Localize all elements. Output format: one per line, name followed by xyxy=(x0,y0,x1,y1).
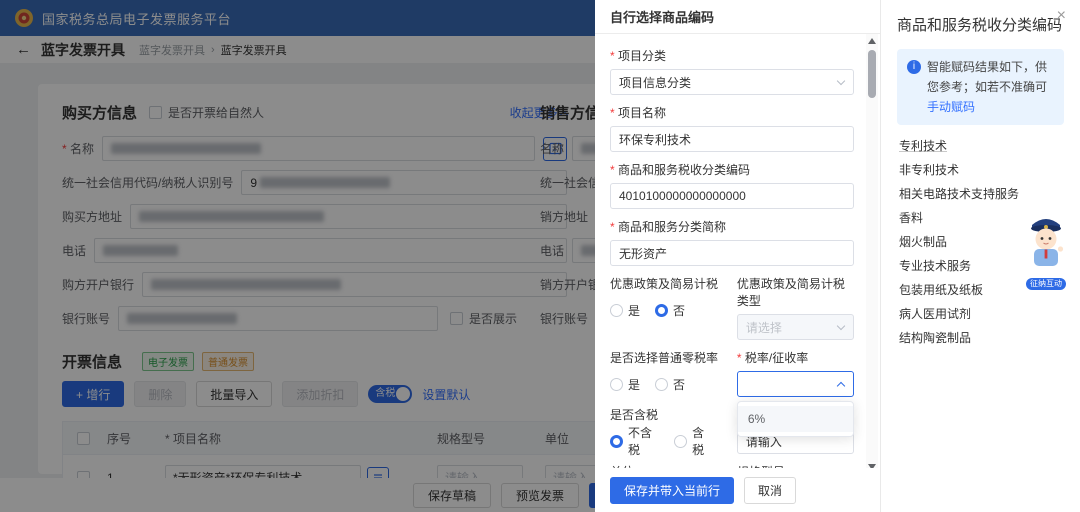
policy-label: 优惠政策及简易计税 xyxy=(610,277,719,291)
tax-rate-select[interactable] xyxy=(736,371,854,397)
policy-type-select[interactable]: 请选择 xyxy=(736,314,854,340)
policy-no-radio[interactable] xyxy=(655,303,669,317)
zero-rate-no-radio[interactable] xyxy=(655,377,669,391)
tax-included-label: 是否含税 xyxy=(610,408,659,422)
modal-title: 自行选择商品编码 xyxy=(595,0,880,34)
product-code-modal: × 自行选择商品编码 项目分类 项目信息分类 项目名称 环保专利技术 商品和服务… xyxy=(595,0,1080,512)
cancel-button[interactable]: 取消 xyxy=(744,476,797,504)
tax-rate-dropdown: 6% xyxy=(736,401,854,437)
category-item[interactable]: 病人医用试剂 xyxy=(897,301,1064,325)
policy-yes-radio[interactable] xyxy=(610,303,623,317)
close-icon[interactable]: × xyxy=(1057,8,1066,24)
chevron-up-icon xyxy=(836,381,846,390)
chevron-down-icon xyxy=(836,76,846,85)
info-icon: i xyxy=(907,60,921,74)
item-name-label: 项目名称 xyxy=(610,104,854,121)
tax-code-field[interactable]: 4010100000000000000 xyxy=(610,183,854,209)
tax-assistant-mascot[interactable]: 征纳互动 xyxy=(1018,212,1074,291)
classification-title: 商品和服务税收分类编码 xyxy=(897,17,1063,34)
tax-code-label: 商品和服务税收分类编码 xyxy=(610,161,854,178)
manual-coding-link[interactable]: 手动赋码 xyxy=(927,100,975,114)
form-scrollbar[interactable] xyxy=(866,34,878,474)
tax-rate-label: 税率/征收率 xyxy=(737,349,854,366)
scroll-up-icon[interactable] xyxy=(868,38,876,44)
item-name-field[interactable]: 环保专利技术 xyxy=(610,126,854,152)
screen: 国家税务总局电子发票服务平台 ← 蓝字发票开具 蓝字发票开具 › 蓝字发票开具 … xyxy=(0,0,1080,512)
category-item[interactable]: 专利技术 xyxy=(897,133,1064,157)
mascot-label[interactable]: 征纳互动 xyxy=(1026,278,1066,290)
mascot-officer-icon xyxy=(1031,219,1064,266)
save-and-apply-button[interactable]: 保存并带入当前行 xyxy=(610,476,735,504)
zero-rate-yes-radio[interactable] xyxy=(610,377,623,391)
modal-footer: 保存并带入当前行 取消 xyxy=(595,468,880,512)
excl-tax-radio[interactable] xyxy=(610,434,623,448)
modal-form-pane: 自行选择商品编码 项目分类 项目信息分类 项目名称 环保专利技术 商品和服务税收… xyxy=(595,0,880,512)
incl-tax-radio[interactable] xyxy=(674,434,688,448)
category-item[interactable]: 非专利技术 xyxy=(897,157,1064,181)
classification-panel: 商品和服务税收分类编码 i 智能赋码结果如下，供您参考；如若不准确可 手动赋码 … xyxy=(880,0,1080,512)
category-item[interactable]: 结构陶瓷制品 xyxy=(897,325,1064,349)
category-label: 项目分类 xyxy=(610,47,854,64)
zero-rate-label: 是否选择普通零税率 xyxy=(610,351,719,365)
short-name-field[interactable]: 无形资产 xyxy=(610,240,854,266)
category-item[interactable]: 相关电路技术支持服务 xyxy=(897,181,1064,205)
smart-coding-notice: i 智能赋码结果如下，供您参考；如若不准确可 手动赋码 xyxy=(897,49,1064,125)
tax-rate-option-6[interactable]: 6% xyxy=(737,406,853,432)
short-name-label: 商品和服务分类简称 xyxy=(610,218,854,235)
category-select[interactable]: 项目信息分类 xyxy=(610,69,854,95)
chevron-down-icon xyxy=(836,321,846,330)
modal-form: 项目分类 项目信息分类 项目名称 环保专利技术 商品和服务税收分类编码 4010… xyxy=(595,34,880,468)
policy-type-label: 优惠政策及简易计税类型 xyxy=(736,277,845,308)
scrollbar-thumb[interactable] xyxy=(868,50,876,98)
